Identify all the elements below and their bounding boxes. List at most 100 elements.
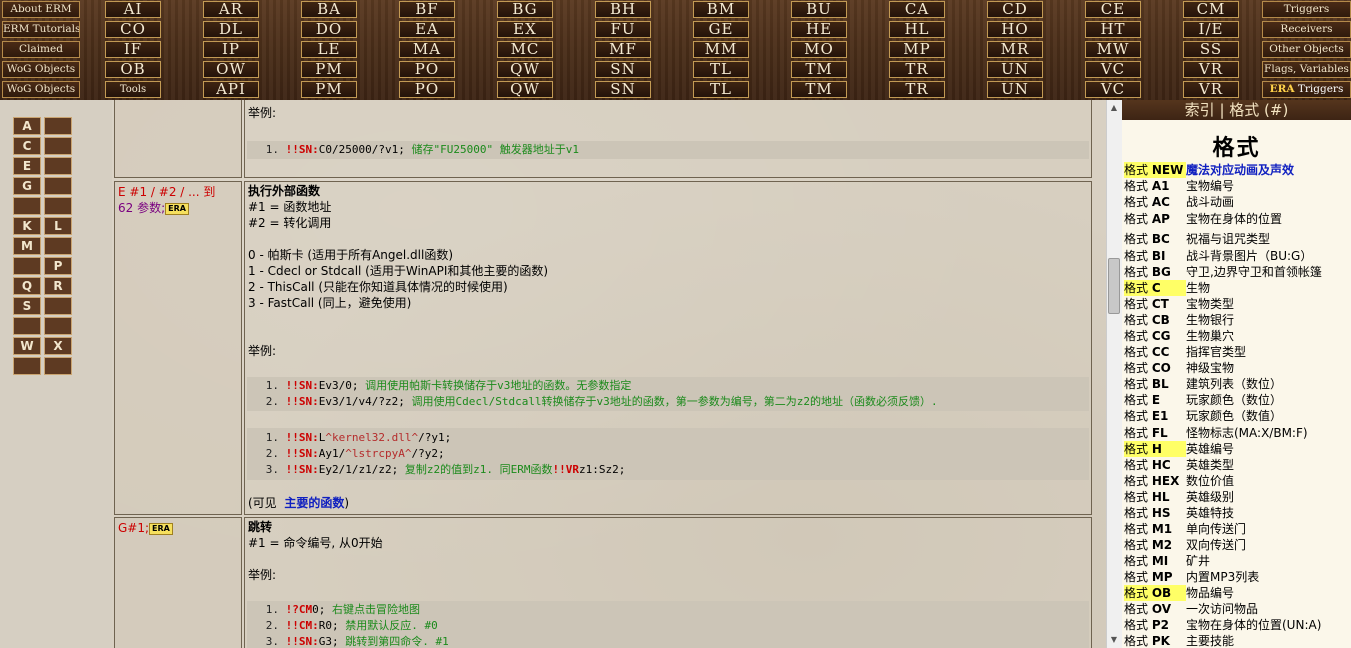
alphabet-letter-r[interactable]: R <box>44 277 72 295</box>
format-key[interactable]: 格式 MP <box>1124 569 1186 585</box>
format-item-pk[interactable]: 格式 PK 主要技能 <box>1124 633 1234 648</box>
grid-button-bu[interactable]: BU <box>791 1 847 18</box>
format-key[interactable]: 格式 HS <box>1124 505 1186 521</box>
grid-button-ge[interactable]: GE <box>693 21 749 38</box>
format-item-co[interactable]: 格式 CO 神级宝物 <box>1124 360 1234 376</box>
grid-button-sn[interactable]: SN <box>595 81 651 98</box>
grid-button-cd[interactable]: CD <box>987 1 1043 18</box>
alphabet-letter-m[interactable]: M <box>13 237 41 255</box>
grid-button-ho[interactable]: HO <box>987 21 1043 38</box>
grid-button-mo[interactable]: MO <box>791 41 847 58</box>
grid-button-do[interactable]: DO <box>301 21 357 38</box>
grid-button-qw[interactable]: QW <box>497 61 553 78</box>
format-item-cb[interactable]: 格式 CB 生物银行 <box>1124 312 1234 328</box>
format-key[interactable]: 格式 M1 <box>1124 521 1186 537</box>
format-item-hl[interactable]: 格式 HL 英雄级别 <box>1124 489 1234 505</box>
grid-button-mw[interactable]: MW <box>1085 41 1141 58</box>
nav-era-triggers[interactable]: ERA Triggers <box>1262 81 1351 98</box>
format-item-bi[interactable]: 格式 BI 战斗背景图片（BU:G） <box>1124 248 1312 264</box>
format-key[interactable]: 格式 C <box>1124 280 1186 296</box>
format-item-mp[interactable]: 格式 MP 内置MP3列表 <box>1124 569 1259 585</box>
grid-button-bh[interactable]: BH <box>595 1 651 18</box>
grid-button-tm[interactable]: TM <box>791 61 847 78</box>
grid-button-ob[interactable]: OB <box>105 61 161 78</box>
format-item-ob[interactable]: 格式 OB 物品编号 <box>1124 585 1234 601</box>
format-key[interactable]: 格式 BC <box>1124 231 1186 247</box>
format-item-m1[interactable]: 格式 M1 单向传送门 <box>1124 521 1246 537</box>
format-key[interactable]: 格式 P2 <box>1124 617 1186 633</box>
grid-button-mp[interactable]: MP <box>889 41 945 58</box>
format-key[interactable]: 格式 FL <box>1124 425 1186 441</box>
format-item-a1[interactable]: 格式 A1 宝物编号 <box>1124 178 1234 194</box>
grid-button-vr[interactable]: VR <box>1183 81 1239 98</box>
format-item-ov[interactable]: 格式 OV 一次访问物品 <box>1124 601 1258 617</box>
grid-button-mf[interactable]: MF <box>595 41 651 58</box>
scrollbar-thumb[interactable] <box>1108 258 1120 314</box>
nav-about-erm[interactable]: About ERM <box>2 1 80 18</box>
grid-button-api[interactable]: API <box>203 81 259 98</box>
format-key[interactable]: 格式 E1 <box>1124 408 1186 424</box>
alphabet-letter-k[interactable]: K <box>13 217 41 235</box>
grid-button-hl[interactable]: HL <box>889 21 945 38</box>
grid-button-if[interactable]: IF <box>105 41 161 58</box>
grid-button-ss[interactable]: SS <box>1183 41 1239 58</box>
nav-flags-variables[interactable]: Flags, Variables <box>1262 61 1351 78</box>
format-key[interactable]: 格式 OB <box>1124 585 1186 601</box>
grid-button-tr[interactable]: TR <box>889 61 945 78</box>
format-key[interactable]: 格式 CG <box>1124 328 1186 344</box>
nav-wog-objects[interactable]: WoG Objects <box>2 61 80 78</box>
grid-button-ea[interactable]: EA <box>399 21 455 38</box>
format-item-m2[interactable]: 格式 M2 双向传送门 <box>1124 537 1246 553</box>
format-item-hs[interactable]: 格式 HS 英雄特技 <box>1124 505 1234 521</box>
format-item-e1[interactable]: 格式 E1 玩家颜色（数值） <box>1124 408 1282 424</box>
format-key[interactable]: 格式 CO <box>1124 360 1186 376</box>
grid-button-vr[interactable]: VR <box>1183 61 1239 78</box>
grid-button-ar[interactable]: AR <box>203 1 259 18</box>
format-key[interactable]: 格式 AC <box>1124 194 1186 210</box>
nav-erm-tutorials[interactable]: ERM Tutorials <box>2 21 80 38</box>
scroll-up-icon[interactable]: ▲ <box>1108 102 1120 114</box>
grid-button-le[interactable]: LE <box>301 41 357 58</box>
grid-button-ip[interactable]: IP <box>203 41 259 58</box>
grid-button-bf[interactable]: BF <box>399 1 455 18</box>
grid-button-sn[interactable]: SN <box>595 61 651 78</box>
grid-button-ca[interactable]: CA <box>889 1 945 18</box>
format-key[interactable]: 格式 H <box>1124 441 1186 457</box>
format-item-fl[interactable]: 格式 FL 怪物标志(MA:X/BM:F) <box>1124 425 1308 441</box>
format-item-new[interactable]: 格式 NEW 魔法对应动画及声效 <box>1124 162 1294 178</box>
format-item-cc[interactable]: 格式 CC 指挥官类型 <box>1124 344 1246 360</box>
grid-button-tl[interactable]: TL <box>693 61 749 78</box>
grid-button-tl[interactable]: TL <box>693 81 749 98</box>
grid-button-vc[interactable]: VC <box>1085 81 1141 98</box>
alphabet-letter-g[interactable]: G <box>13 177 41 195</box>
grid-button-bg[interactable]: BG <box>497 1 553 18</box>
grid-button-ai[interactable]: AI <box>105 1 161 18</box>
format-key[interactable]: 格式 OV <box>1124 601 1186 617</box>
grid-button-ba[interactable]: BA <box>301 1 357 18</box>
grid-button-mm[interactable]: MM <box>693 41 749 58</box>
grid-button-bm[interactable]: BM <box>693 1 749 18</box>
grid-button-tools[interactable]: Tools <box>105 81 161 98</box>
main-scrollbar[interactable] <box>1106 100 1123 648</box>
format-item-hc[interactable]: 格式 HC 英雄类型 <box>1124 457 1234 473</box>
grid-button-ow[interactable]: OW <box>203 61 259 78</box>
alphabet-letter-c[interactable]: C <box>13 137 41 155</box>
format-item-e[interactable]: 格式 E 玩家颜色（数位） <box>1124 392 1282 408</box>
format-key[interactable]: 格式 AP <box>1124 211 1186 227</box>
grid-button-vc[interactable]: VC <box>1085 61 1141 78</box>
grid-button-i-e[interactable]: I/E <box>1183 21 1239 38</box>
format-key[interactable]: 格式 PK <box>1124 633 1186 648</box>
alphabet-letter-x[interactable]: X <box>44 337 72 355</box>
alphabet-letter-a[interactable]: A <box>13 117 41 135</box>
grid-button-po[interactable]: PO <box>399 81 455 98</box>
format-item-hex[interactable]: 格式 HEX 数位价值 <box>1124 473 1234 489</box>
nav-other-objects[interactable]: Other Objects <box>1262 41 1351 58</box>
grid-button-un[interactable]: UN <box>987 61 1043 78</box>
grid-button-fu[interactable]: FU <box>595 21 651 38</box>
grid-button-qw[interactable]: QW <box>497 81 553 98</box>
format-key[interactable]: 格式 BL <box>1124 376 1186 392</box>
format-key[interactable]: 格式 A1 <box>1124 178 1186 194</box>
grid-button-he[interactable]: HE <box>791 21 847 38</box>
alphabet-letter-q[interactable]: Q <box>13 277 41 295</box>
format-key[interactable]: 格式 MI <box>1124 553 1186 569</box>
